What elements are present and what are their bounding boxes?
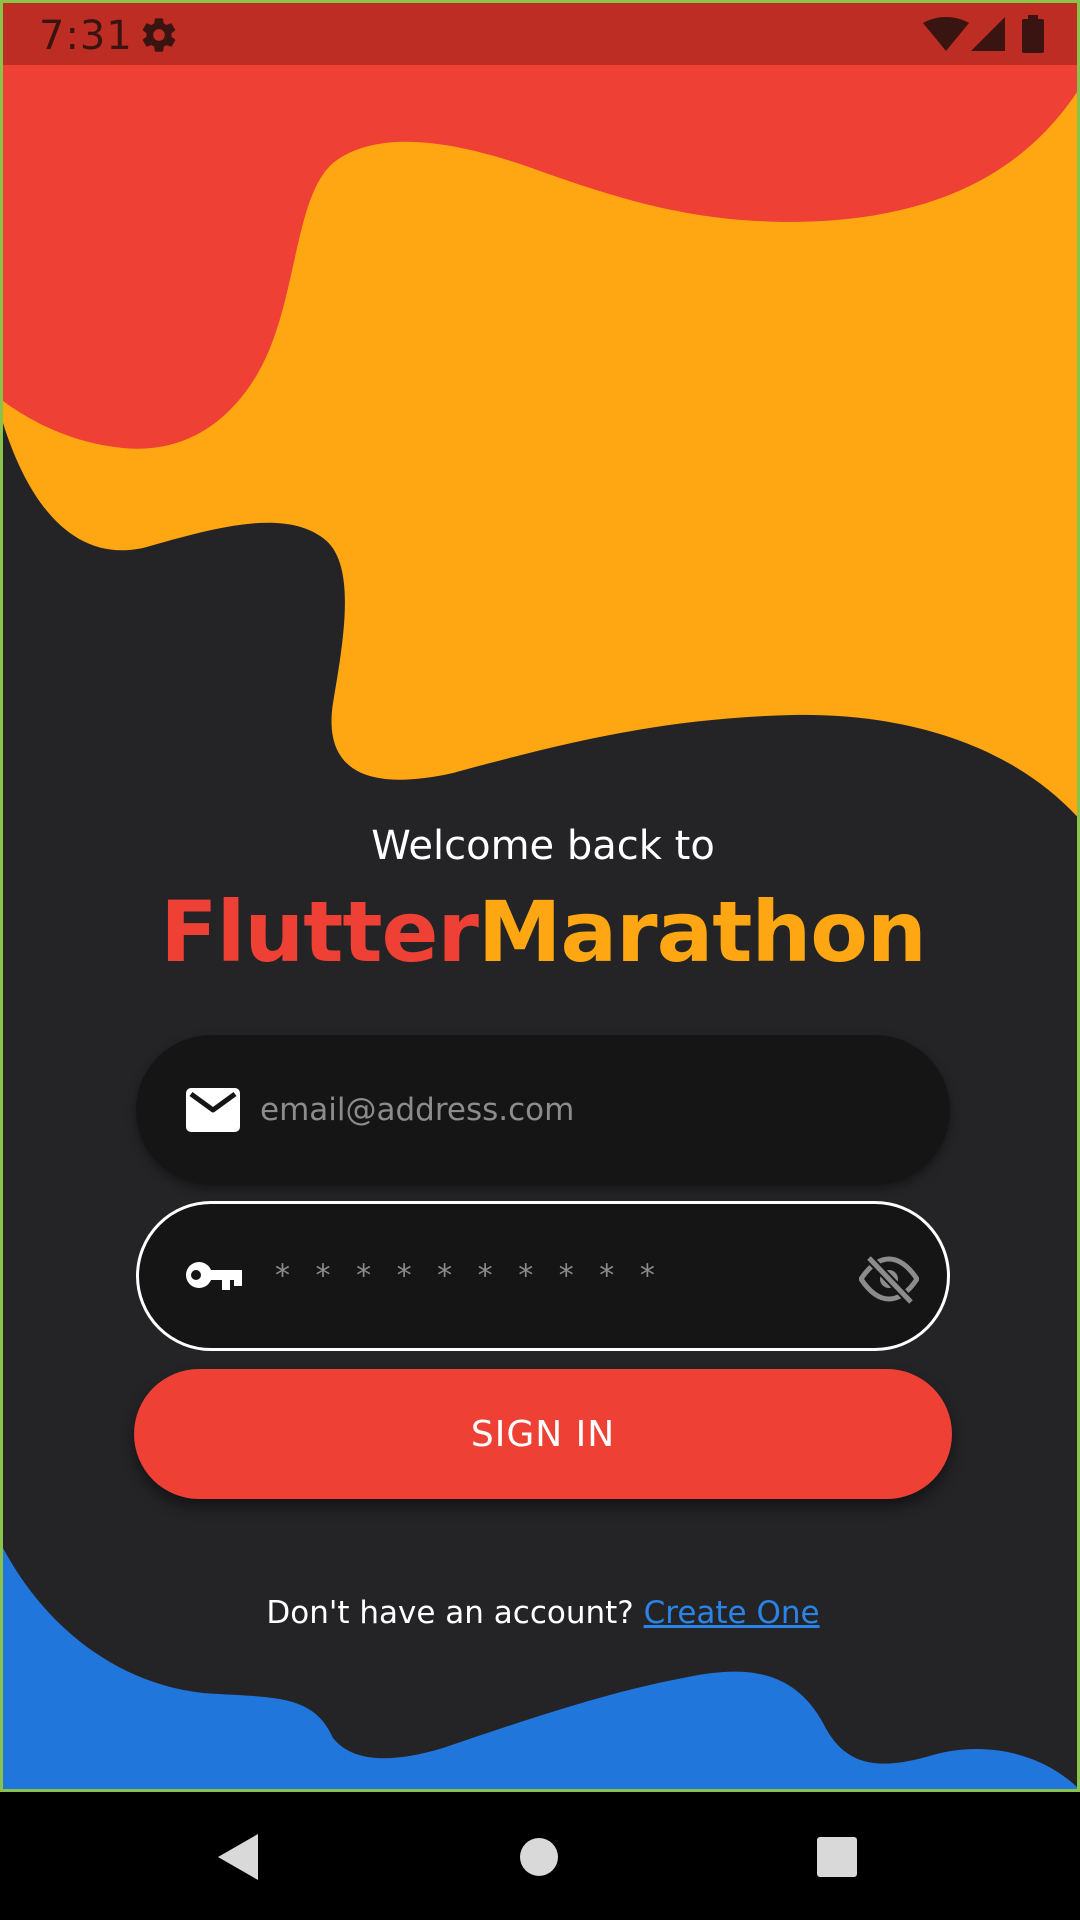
password-field[interactable]: * * * * * * * * * * (136, 1201, 950, 1351)
status-time: 7:31 (39, 13, 133, 59)
signal-icon (971, 17, 1005, 55)
gear-icon (139, 15, 179, 59)
recents-icon[interactable] (817, 1837, 857, 1881)
mail-icon (186, 1088, 240, 1136)
email-placeholder: email@address.com (260, 1092, 575, 1128)
create-account-link[interactable]: Create One (644, 1595, 820, 1631)
sign-in-button[interactable]: SIGN IN (134, 1369, 952, 1499)
home-icon[interactable] (520, 1838, 558, 1880)
status-bar: 7:31 (3, 3, 1077, 65)
wifi-icon (923, 17, 969, 55)
signup-prompt-text: Don't have an account? (266, 1595, 634, 1631)
signup-prompt: Don't have an account? Create One (3, 1595, 1077, 1631)
blue-wave (3, 1548, 1077, 1789)
brand-flutter: Flutter (160, 883, 479, 981)
back-icon[interactable] (218, 1834, 258, 1884)
brand-title: FlutterMarathon (3, 883, 1077, 981)
login-screen: 7:31 Welcome back to FlutterMarathon ema… (0, 0, 1080, 1792)
visibility-off-icon[interactable] (857, 1254, 921, 1308)
welcome-text: Welcome back to (371, 823, 715, 869)
battery-icon (1022, 15, 1044, 57)
navigation-bar (0, 1792, 1080, 1920)
brand-marathon: Marathon (477, 883, 927, 981)
email-field[interactable]: email@address.com (136, 1035, 950, 1185)
password-mask: * * * * * * * * * * (275, 1258, 663, 1294)
key-icon (184, 1259, 242, 1297)
